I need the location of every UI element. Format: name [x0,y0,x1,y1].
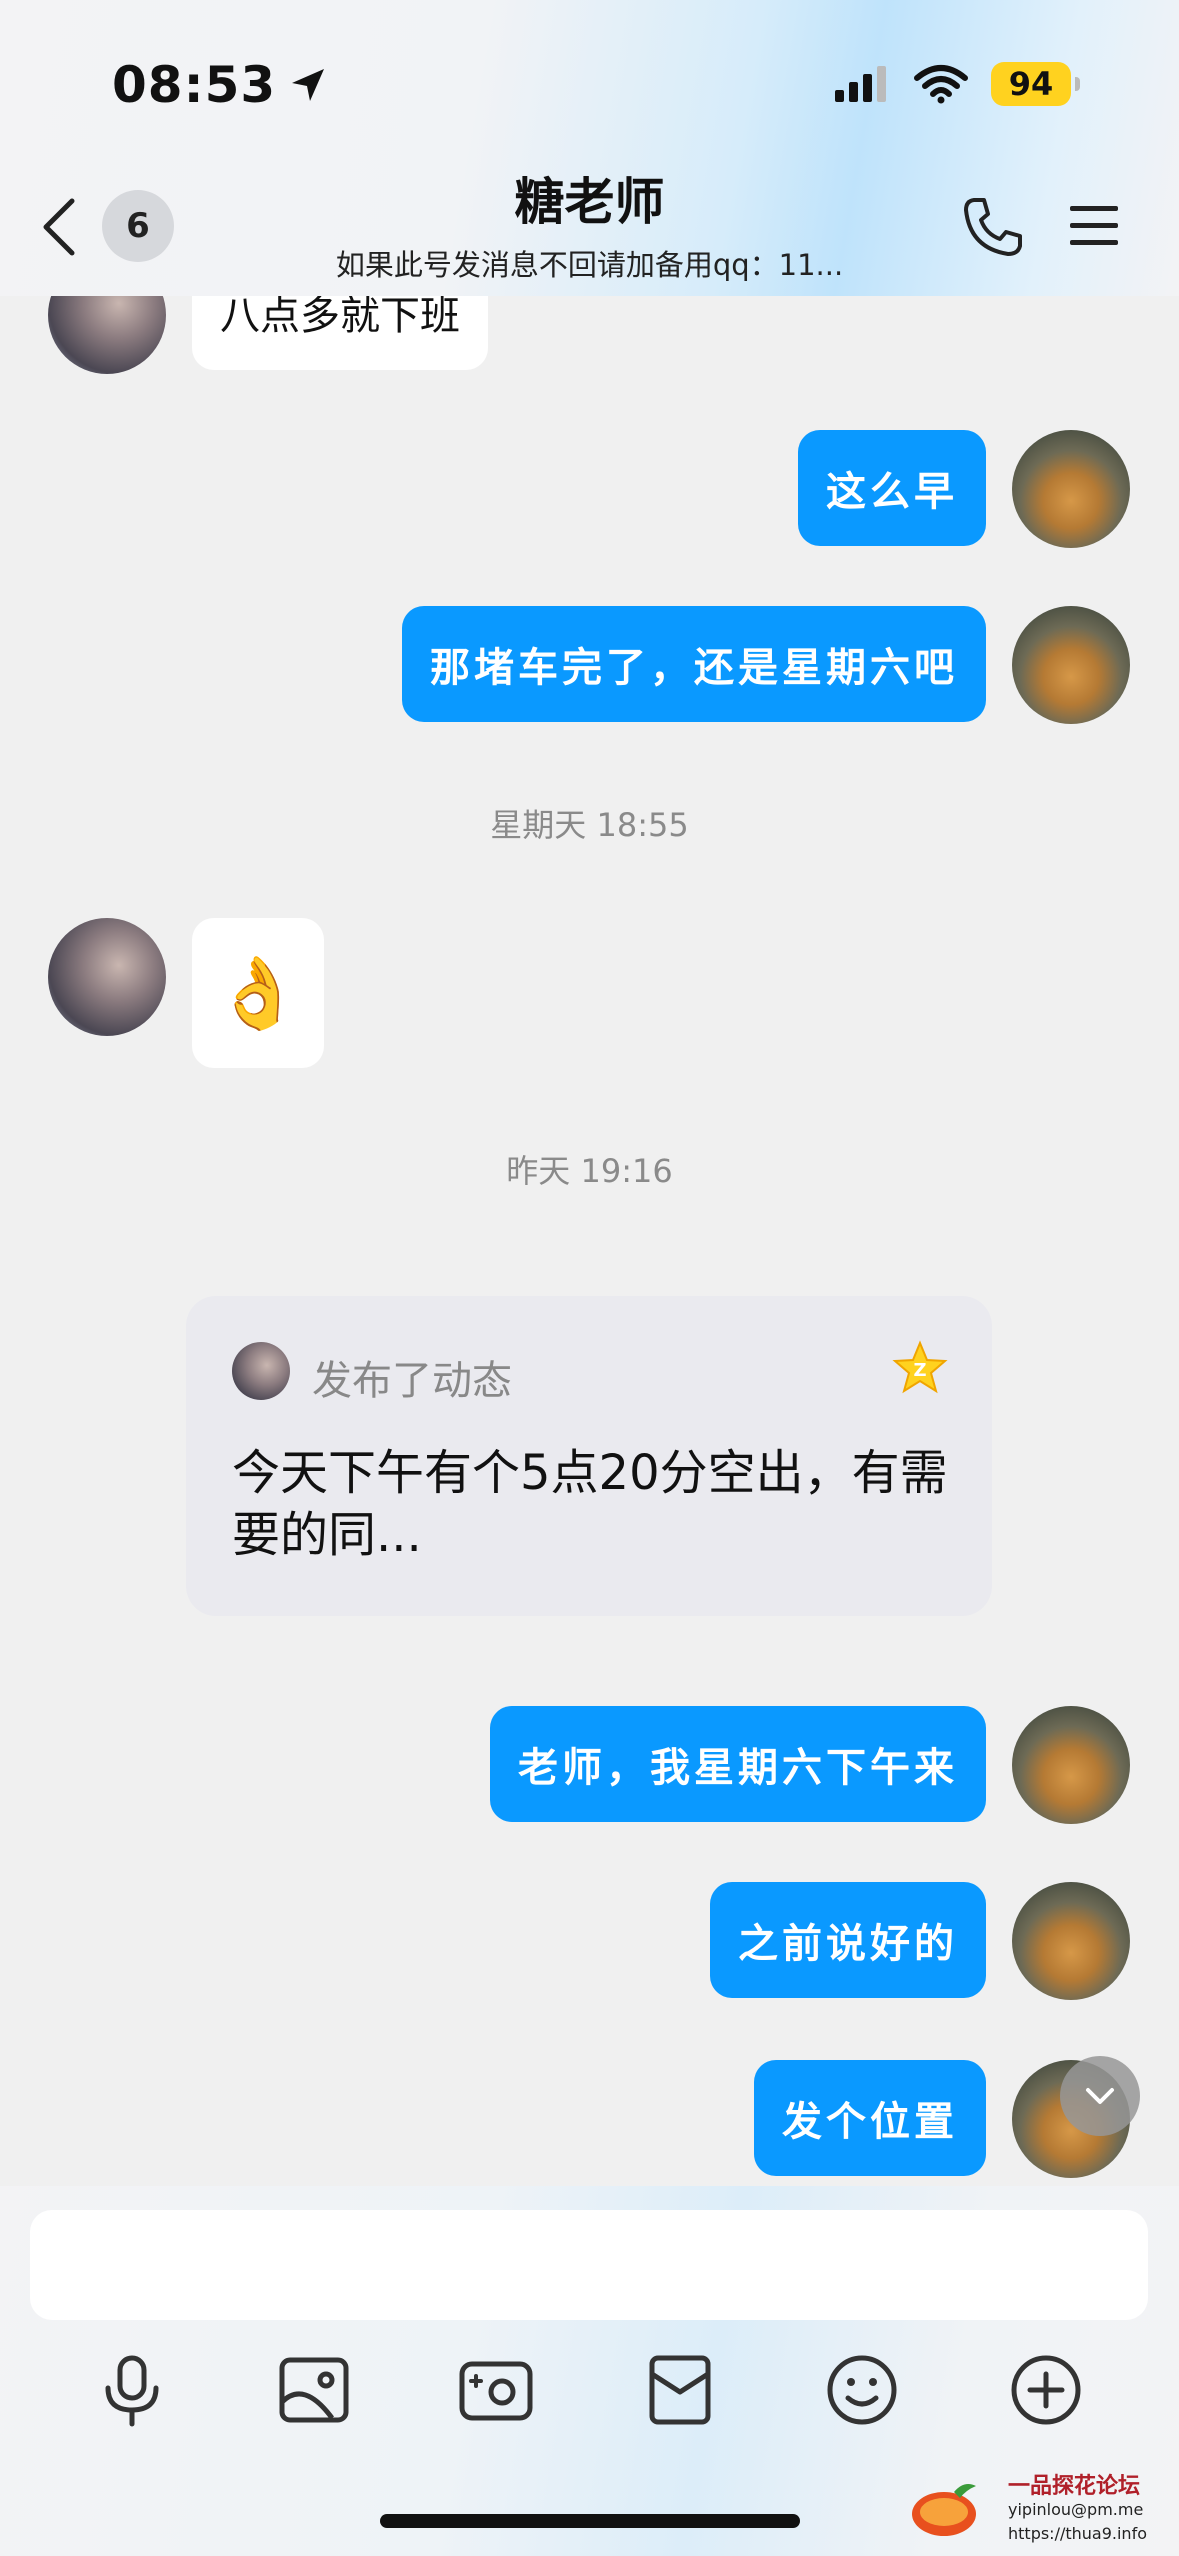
svg-text:Z: Z [913,1360,926,1381]
message-input[interactable] [30,2210,1148,2320]
phone-call-button[interactable] [960,194,1026,260]
location-arrow-icon [292,69,325,101]
status-indicators: 94 [831,62,1080,106]
battery-level: 94 [1008,65,1054,103]
my-avatar[interactable] [1012,1882,1130,2000]
scroll-to-bottom-button[interactable] [1060,2056,1140,2136]
outgoing-message[interactable]: 发个位置 [754,2060,986,2176]
my-avatar[interactable] [1012,606,1130,724]
outgoing-message[interactable]: 之前说好的 [710,1882,986,1998]
message-timestamp: 星期天 18:55 [490,806,689,844]
message-text: 那堵车完了，还是星期六吧 [430,644,958,691]
message-text: 这么早 [826,468,958,515]
outgoing-message[interactable]: 这么早 [798,430,986,546]
cellular-signal-icon [835,66,886,102]
message-text: 之前说好的 [738,1920,958,1967]
my-avatar[interactable] [1012,430,1130,548]
watermark-email: yipinlou@pm.me [1008,2500,1144,2519]
menu-button[interactable] [1068,202,1120,250]
feed-star-icon: Z [892,1340,948,1394]
my-avatar[interactable] [1012,1706,1130,1824]
battery-indicator: 94 [991,62,1080,106]
feed-avatar [232,1342,290,1400]
chat-history[interactable]: 八点多就下班 这么早 那堵车完了，还是星期六吧 星期天 18:55 👌 昨天 1… [0,0,1179,2186]
contact-avatar[interactable] [48,918,166,1036]
ok-hand-emoji: 👌 [214,951,302,1034]
outgoing-message[interactable]: 那堵车完了，还是星期六吧 [402,606,986,722]
feed-label: 发布了动态 [312,1358,512,1404]
chevron-down-icon [1086,2088,1114,2104]
feed-post-card[interactable]: 发布了动态 Z 今天下午有个5点20分空出，有需要的同... [186,1296,992,1616]
message-text: 发个位置 [782,2098,958,2145]
mic-icon[interactable] [92,2350,172,2430]
message-text: 老师，我星期六下午来 [518,1744,958,1791]
top-bar: 08:53 94 6 糖老师 如果此号发消息不回请加备用qq：11... [0,0,1179,296]
emoji-icon[interactable] [822,2350,902,2430]
watermark-logo [912,2484,976,2536]
status-time: 08:53 [112,56,330,114]
message-timestamp: 昨天 19:16 [506,1152,673,1190]
camera-icon[interactable] [456,2350,536,2430]
watermark: 一品探花论坛 yipinlou@pm.me https://thua9.info [904,2468,1179,2556]
clock: 08:53 [112,56,277,114]
feed-text: 今天下午有个5点20分空出，有需要的同... [232,1445,948,1563]
watermark-title: 一品探花论坛 [1008,2474,1141,2499]
image-icon[interactable] [274,2350,354,2430]
watermark-url: https://thua9.info [1008,2524,1147,2543]
home-indicator [380,2514,800,2528]
plus-icon[interactable] [1006,2350,1086,2430]
red-packet-icon[interactable] [640,2350,720,2430]
incoming-message[interactable]: 👌 [192,918,324,1068]
wifi-icon [914,65,968,104]
outgoing-message[interactable]: 老师，我星期六下午来 [490,1706,986,1822]
